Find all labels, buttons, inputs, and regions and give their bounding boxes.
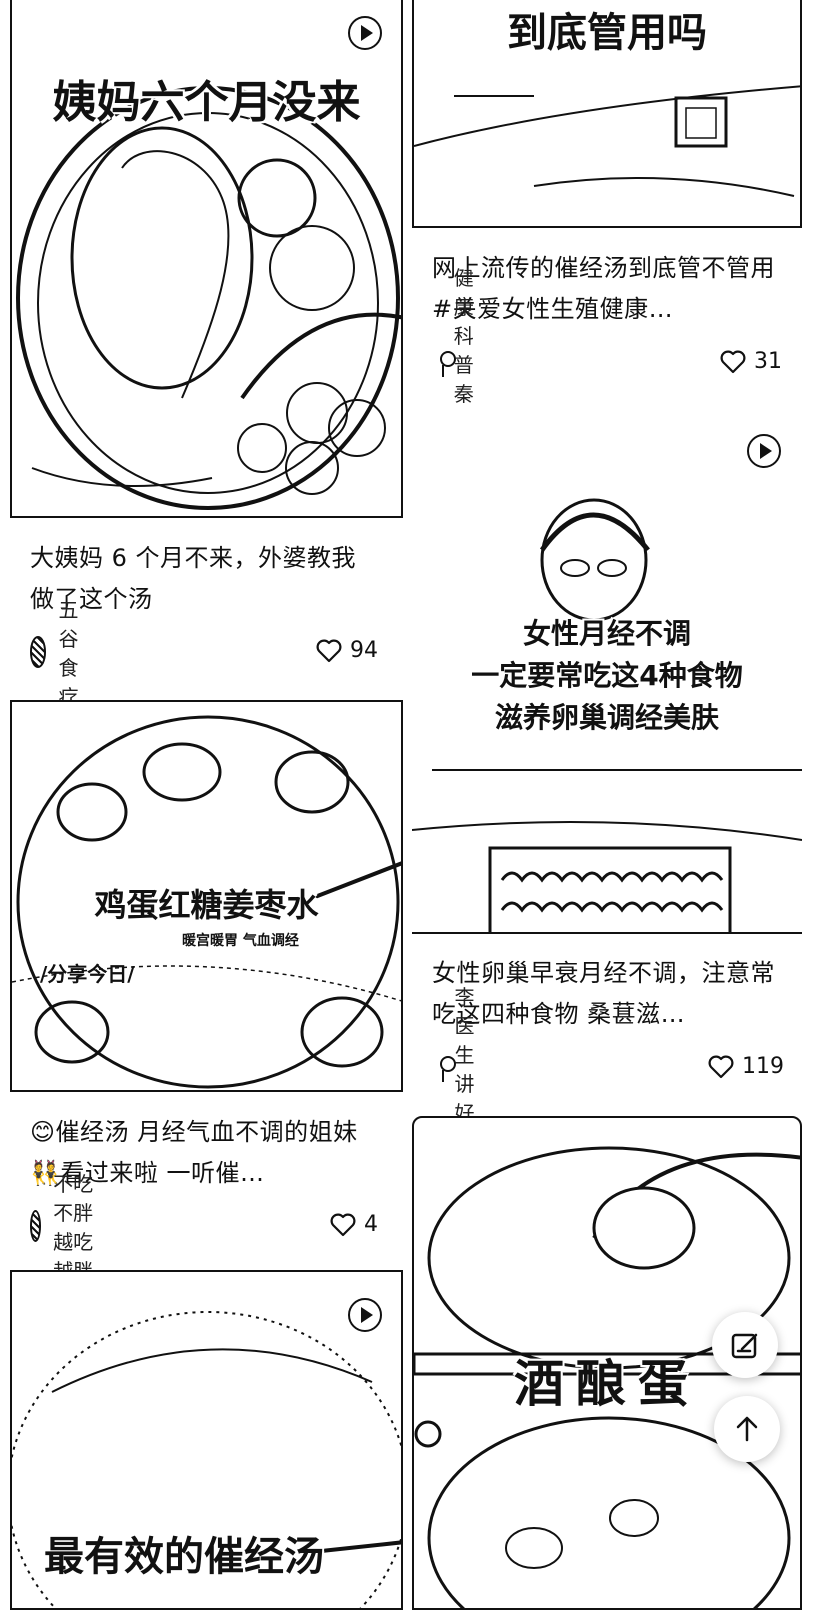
like-count: 31 bbox=[754, 349, 782, 374]
arrow-up-icon bbox=[736, 1416, 758, 1442]
like-count: 119 bbox=[742, 1054, 784, 1079]
like-count: 4 bbox=[364, 1212, 378, 1237]
card-author[interactable]: 五谷食疗 bbox=[30, 598, 94, 709]
like-button[interactable]: 119 bbox=[708, 1054, 784, 1079]
thumbnail-caption-line: 女性月经不调 bbox=[522, 617, 691, 650]
like-button[interactable]: 31 bbox=[720, 349, 782, 374]
avatar[interactable] bbox=[30, 1210, 42, 1242]
thumbnail-caption-line: 滋养卵巢调经美肤 bbox=[494, 701, 719, 734]
author-name: 不吃不胖越吃越胖 bbox=[53, 1172, 94, 1283]
publish-button[interactable] bbox=[712, 1312, 778, 1378]
like-button[interactable]: 94 bbox=[316, 638, 378, 663]
thumbnail-subcaption: 暖宫暖胃 气血调经 bbox=[182, 933, 299, 949]
thumbnail-caption: 到底管用吗 bbox=[507, 10, 707, 56]
like-button[interactable]: 4 bbox=[330, 1212, 378, 1237]
card-thumbnail[interactable]: 到底管用吗 bbox=[412, 0, 802, 228]
card-thumbnail[interactable]: 女性月经不调 一定要常吃这4种食物 滋养卵巢调经美肤 bbox=[412, 410, 802, 934]
avatar[interactable] bbox=[436, 1052, 455, 1084]
card-author[interactable]: 健康科普秦医生 bbox=[436, 266, 490, 464]
thumbnail-caption: 最有效的催经汤 bbox=[44, 1534, 324, 1580]
scroll-top-button[interactable] bbox=[714, 1396, 780, 1462]
card-thumbnail[interactable]: 最有效的催经汤 bbox=[10, 1270, 403, 1610]
play-icon bbox=[747, 434, 781, 468]
card-author[interactable]: 李医生讲好孕 bbox=[436, 985, 490, 1154]
heart-icon bbox=[316, 639, 342, 662]
play-icon bbox=[348, 16, 382, 50]
edit-icon bbox=[731, 1333, 758, 1359]
avatar[interactable] bbox=[30, 636, 47, 668]
heart-icon bbox=[720, 350, 746, 373]
thumbnail-caption: 鸡蛋红糖姜枣水 bbox=[94, 886, 319, 924]
thumbnail-caption: 姨妈六个月没来 bbox=[52, 77, 361, 128]
author-name: 五谷食疗 bbox=[58, 598, 79, 709]
like-count: 94 bbox=[350, 638, 378, 663]
card-author[interactable]: 不吃不胖越吃越胖 bbox=[30, 1172, 94, 1283]
play-icon bbox=[348, 1298, 382, 1332]
thumbnail-caption-line: 一定要常吃这4种食物 bbox=[471, 659, 743, 692]
card-thumbnail[interactable]: 姨妈六个月没来 bbox=[10, 0, 403, 518]
thumbnail-tag: /分享今日/ bbox=[40, 962, 135, 986]
heart-icon bbox=[330, 1213, 356, 1236]
card-thumbnail[interactable]: 鸡蛋红糖姜枣水 /分享今日/ 暖宫暖胃 气血调经 bbox=[10, 700, 403, 1092]
avatar[interactable] bbox=[436, 347, 456, 379]
heart-icon bbox=[708, 1055, 734, 1078]
